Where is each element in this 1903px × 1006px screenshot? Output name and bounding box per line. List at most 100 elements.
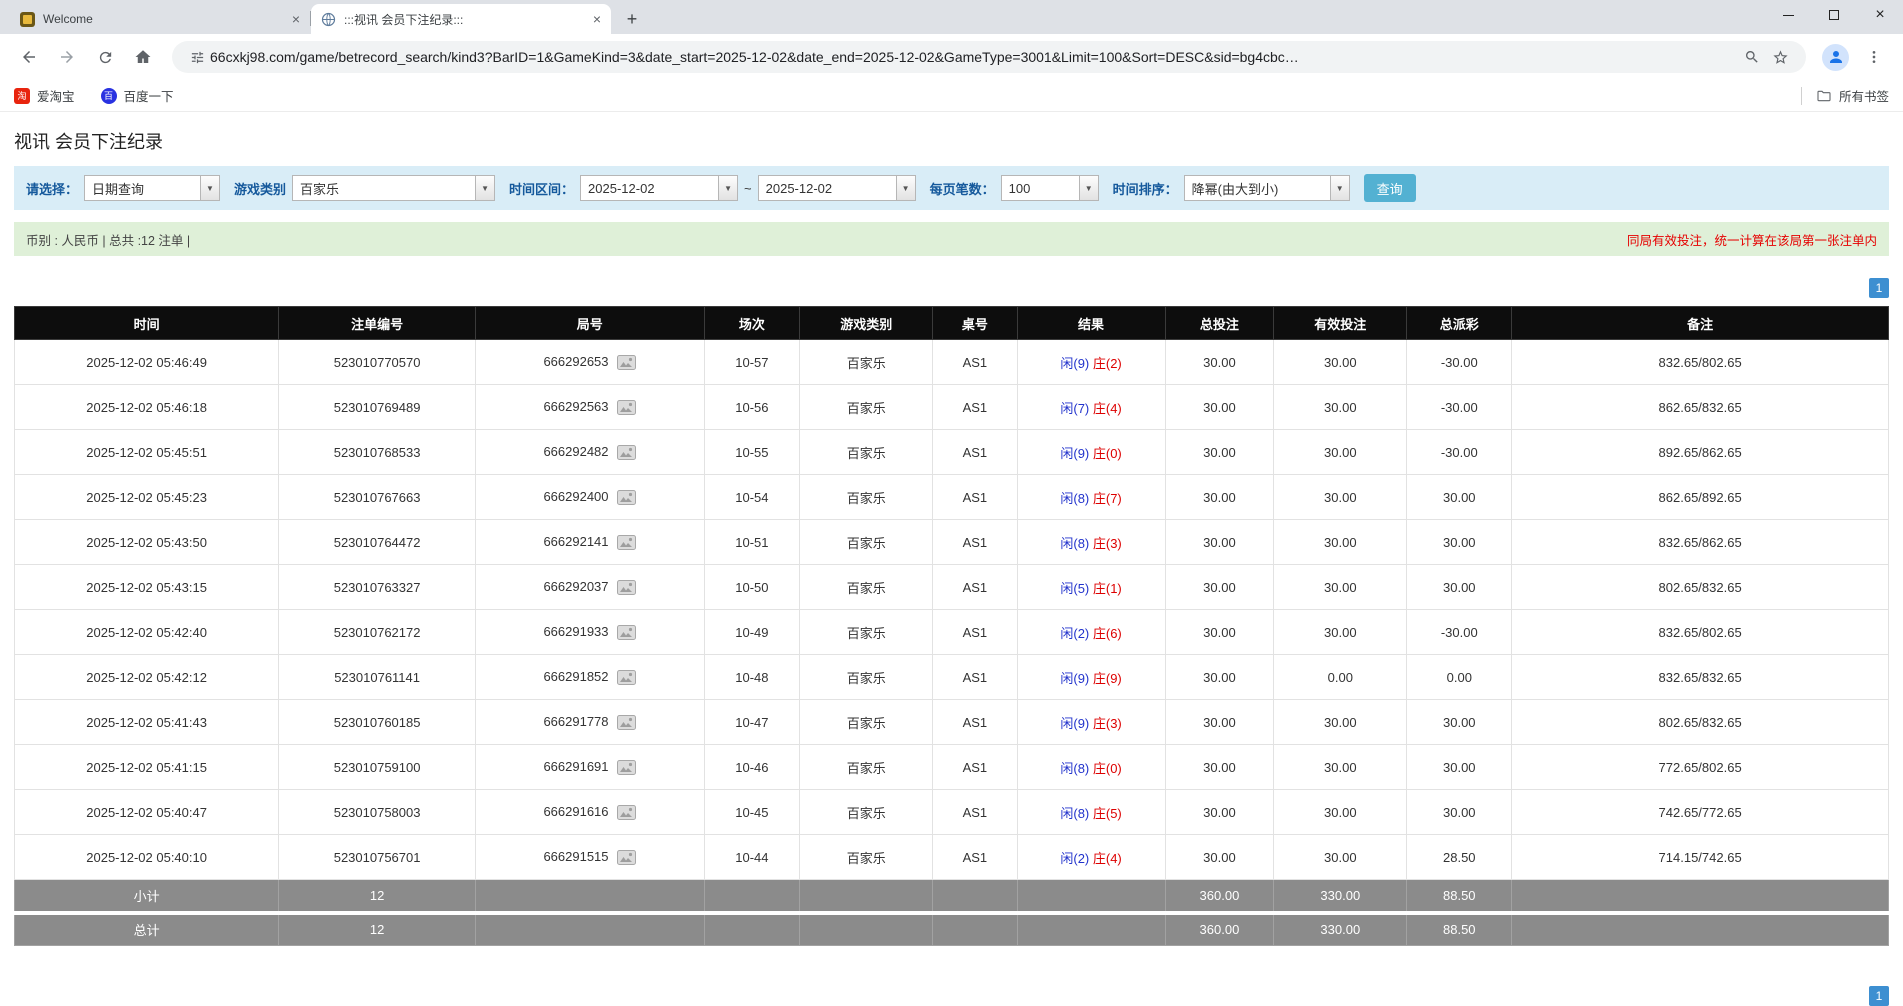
cell-total-bet[interactable]: 30.00: [1165, 700, 1274, 745]
search-button[interactable]: 查询: [1364, 174, 1416, 202]
home-icon[interactable]: [128, 42, 158, 72]
cell-total-bet[interactable]: 30.00: [1165, 385, 1274, 430]
query-type-input[interactable]: [84, 175, 200, 201]
date-start-dropdown-button[interactable]: ▼: [718, 175, 738, 201]
cell-session: 10-47: [704, 700, 800, 745]
cell-time: 2025-12-02 05:43:15: [15, 565, 279, 610]
round-number: 666292653: [543, 354, 608, 369]
round-replay-icon[interactable]: [617, 715, 636, 730]
round-replay-icon[interactable]: [617, 850, 636, 865]
table-row: 2025-12-02 05:46:49 523010770570 6662926…: [15, 340, 1889, 385]
round-replay-icon[interactable]: [617, 805, 636, 820]
profile-avatar[interactable]: [1822, 44, 1849, 71]
cell-time: 2025-12-02 05:41:15: [15, 745, 279, 790]
cell-total-bet[interactable]: 30.00: [1165, 655, 1274, 700]
cell-time: 2025-12-02 05:46:18: [15, 385, 279, 430]
cell-round: 666291778: [475, 700, 704, 745]
tab-close-icon[interactable]: ×: [589, 11, 605, 27]
cell-total-bet[interactable]: 30.00: [1165, 790, 1274, 835]
date-end-input[interactable]: [758, 175, 896, 201]
cell-payout: -30.00: [1407, 340, 1512, 385]
cell-total-bet[interactable]: 30.00: [1165, 475, 1274, 520]
cell-payout: 30.00: [1407, 475, 1512, 520]
date-start-input[interactable]: [580, 175, 718, 201]
bookmark-taobao[interactable]: 淘 爱淘宝: [14, 86, 75, 105]
round-replay-icon[interactable]: [617, 445, 636, 460]
page-size-input[interactable]: [1001, 175, 1079, 201]
date-end-dropdown-button[interactable]: ▼: [896, 175, 916, 201]
cell-round: 666291691: [475, 745, 704, 790]
cell-result: 闲(8) 庄(7): [1017, 475, 1165, 520]
tab-close-icon[interactable]: ×: [288, 11, 304, 27]
cell-total-bet[interactable]: 30.00: [1165, 340, 1274, 385]
reload-icon[interactable]: [90, 42, 120, 72]
cell-payout: 30.00: [1407, 700, 1512, 745]
address-bar[interactable]: 66cxkj98.com/game/betrecord_search/kind3…: [172, 41, 1806, 73]
cell-session: 10-57: [704, 340, 800, 385]
table-row: 2025-12-02 05:42:40 523010762172 6662919…: [15, 610, 1889, 655]
cell-round: 666292653: [475, 340, 704, 385]
zoom-icon[interactable]: [1740, 45, 1764, 69]
cell-valid-bet: 30.00: [1274, 790, 1407, 835]
result-banker: 庄(9): [1093, 671, 1122, 686]
site-info-icon[interactable]: [186, 46, 208, 68]
cell-time: 2025-12-02 05:45:51: [15, 430, 279, 475]
date-range-separator: ~: [744, 181, 752, 196]
query-type-dropdown-button[interactable]: ▼: [200, 175, 220, 201]
all-bookmarks-button[interactable]: 所有书签: [1801, 86, 1889, 105]
cell-result: 闲(2) 庄(6): [1017, 610, 1165, 655]
new-tab-button[interactable]: +: [619, 6, 645, 32]
cell-table: AS1: [933, 835, 1017, 880]
cell-table: AS1: [933, 655, 1017, 700]
result-banker: 庄(4): [1093, 401, 1122, 416]
filter-bar: 请选择： ▼ 游戏类别 ▼ 时间区间： ▼ ~ ▼ 每页笔数： ▼ 时间排序： …: [14, 166, 1889, 210]
pagination-top: 1: [14, 278, 1889, 298]
bookmark-baidu[interactable]: 百 百度一下: [101, 86, 174, 105]
round-replay-icon[interactable]: [617, 400, 636, 415]
page-number-button[interactable]: 1: [1869, 986, 1889, 1006]
round-replay-icon[interactable]: [617, 490, 636, 505]
bookmark-star-icon[interactable]: [1768, 45, 1792, 69]
minimize-button[interactable]: [1765, 0, 1811, 30]
round-replay-icon[interactable]: [617, 760, 636, 775]
cell-total-bet[interactable]: 30.00: [1165, 430, 1274, 475]
cell-game: 百家乐: [800, 430, 933, 475]
cell-total-bet[interactable]: 30.00: [1165, 745, 1274, 790]
col-header-valid-bet: 有效投注: [1274, 307, 1407, 340]
cell-total-bet[interactable]: 30.00: [1165, 520, 1274, 565]
cell-total-bet[interactable]: 30.00: [1165, 835, 1274, 880]
baidu-icon: 百: [101, 88, 117, 104]
tab-welcome[interactable]: Welcome ×: [10, 4, 310, 34]
globe-favicon: [321, 12, 336, 27]
table-row: 2025-12-02 05:41:43 523010760185 6662917…: [15, 700, 1889, 745]
round-replay-icon[interactable]: [617, 670, 636, 685]
sort-input[interactable]: [1184, 175, 1330, 201]
round-replay-icon[interactable]: [617, 580, 636, 595]
page-number-button[interactable]: 1: [1869, 278, 1889, 298]
cell-session: 10-48: [704, 655, 800, 700]
tab-betrecord[interactable]: :::视讯 会员下注纪录::: ×: [311, 4, 611, 34]
round-replay-icon[interactable]: [617, 625, 636, 640]
game-kind-input[interactable]: [292, 175, 475, 201]
cell-round: 666292037: [475, 565, 704, 610]
pagination-bottom: 1: [1869, 986, 1889, 1006]
cell-valid-bet: 30.00: [1274, 610, 1407, 655]
round-number: 666291515: [543, 849, 608, 864]
sort-dropdown-button[interactable]: ▼: [1330, 175, 1350, 201]
round-replay-icon[interactable]: [617, 355, 636, 370]
menu-kebab-icon[interactable]: [1859, 42, 1889, 72]
cell-valid-bet: 30.00: [1274, 835, 1407, 880]
cell-total-bet[interactable]: 30.00: [1165, 610, 1274, 655]
game-kind-dropdown-button[interactable]: ▼: [475, 175, 495, 201]
round-number: 666291616: [543, 804, 608, 819]
back-icon[interactable]: [14, 42, 44, 72]
close-button[interactable]: ×: [1857, 0, 1903, 30]
cell-game: 百家乐: [800, 745, 933, 790]
maximize-button[interactable]: [1811, 0, 1857, 30]
round-replay-icon[interactable]: [617, 535, 636, 550]
cell-valid-bet: 30.00: [1274, 340, 1407, 385]
cell-total-bet[interactable]: 30.00: [1165, 565, 1274, 610]
forward-icon[interactable]: [52, 42, 82, 72]
cell-bet-id: 523010770570: [279, 340, 476, 385]
page-size-dropdown-button[interactable]: ▼: [1079, 175, 1099, 201]
